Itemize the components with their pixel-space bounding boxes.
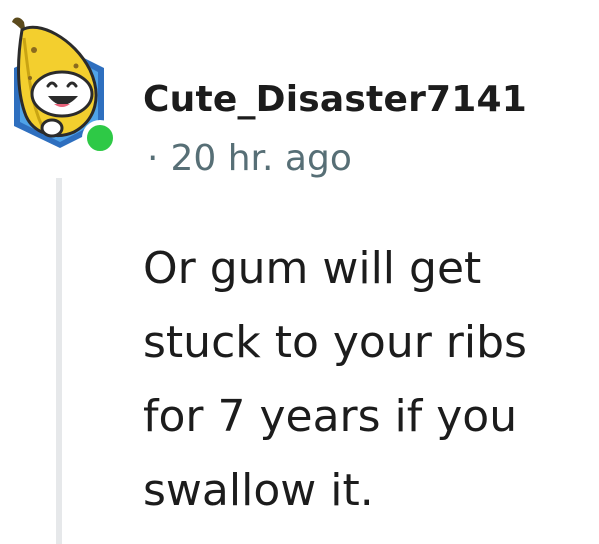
thread-collapse-line[interactable]: [56, 178, 62, 544]
comment-body-line: swallow it.: [143, 465, 374, 516]
comment-body-line: for 7 years if you: [143, 391, 518, 442]
meta-separator: ·: [147, 138, 159, 179]
comment-body: Or gum will get stuck to your ribs for 7…: [143, 232, 583, 528]
user-avatar[interactable]: [4, 8, 120, 156]
online-status-dot: [82, 120, 118, 156]
comment-author-username[interactable]: Cute_Disaster7141: [143, 78, 527, 122]
comment-timestamp[interactable]: 20 hr. ago: [170, 138, 351, 179]
comment: Cute_Disaster7141 · 20 hr. ago Or gum wil…: [0, 0, 599, 544]
comment-body-line: stuck to your ribs: [143, 317, 527, 368]
comment-body-line: Or gum will get: [143, 243, 482, 294]
comment-meta: · 20 hr. ago: [147, 137, 352, 181]
